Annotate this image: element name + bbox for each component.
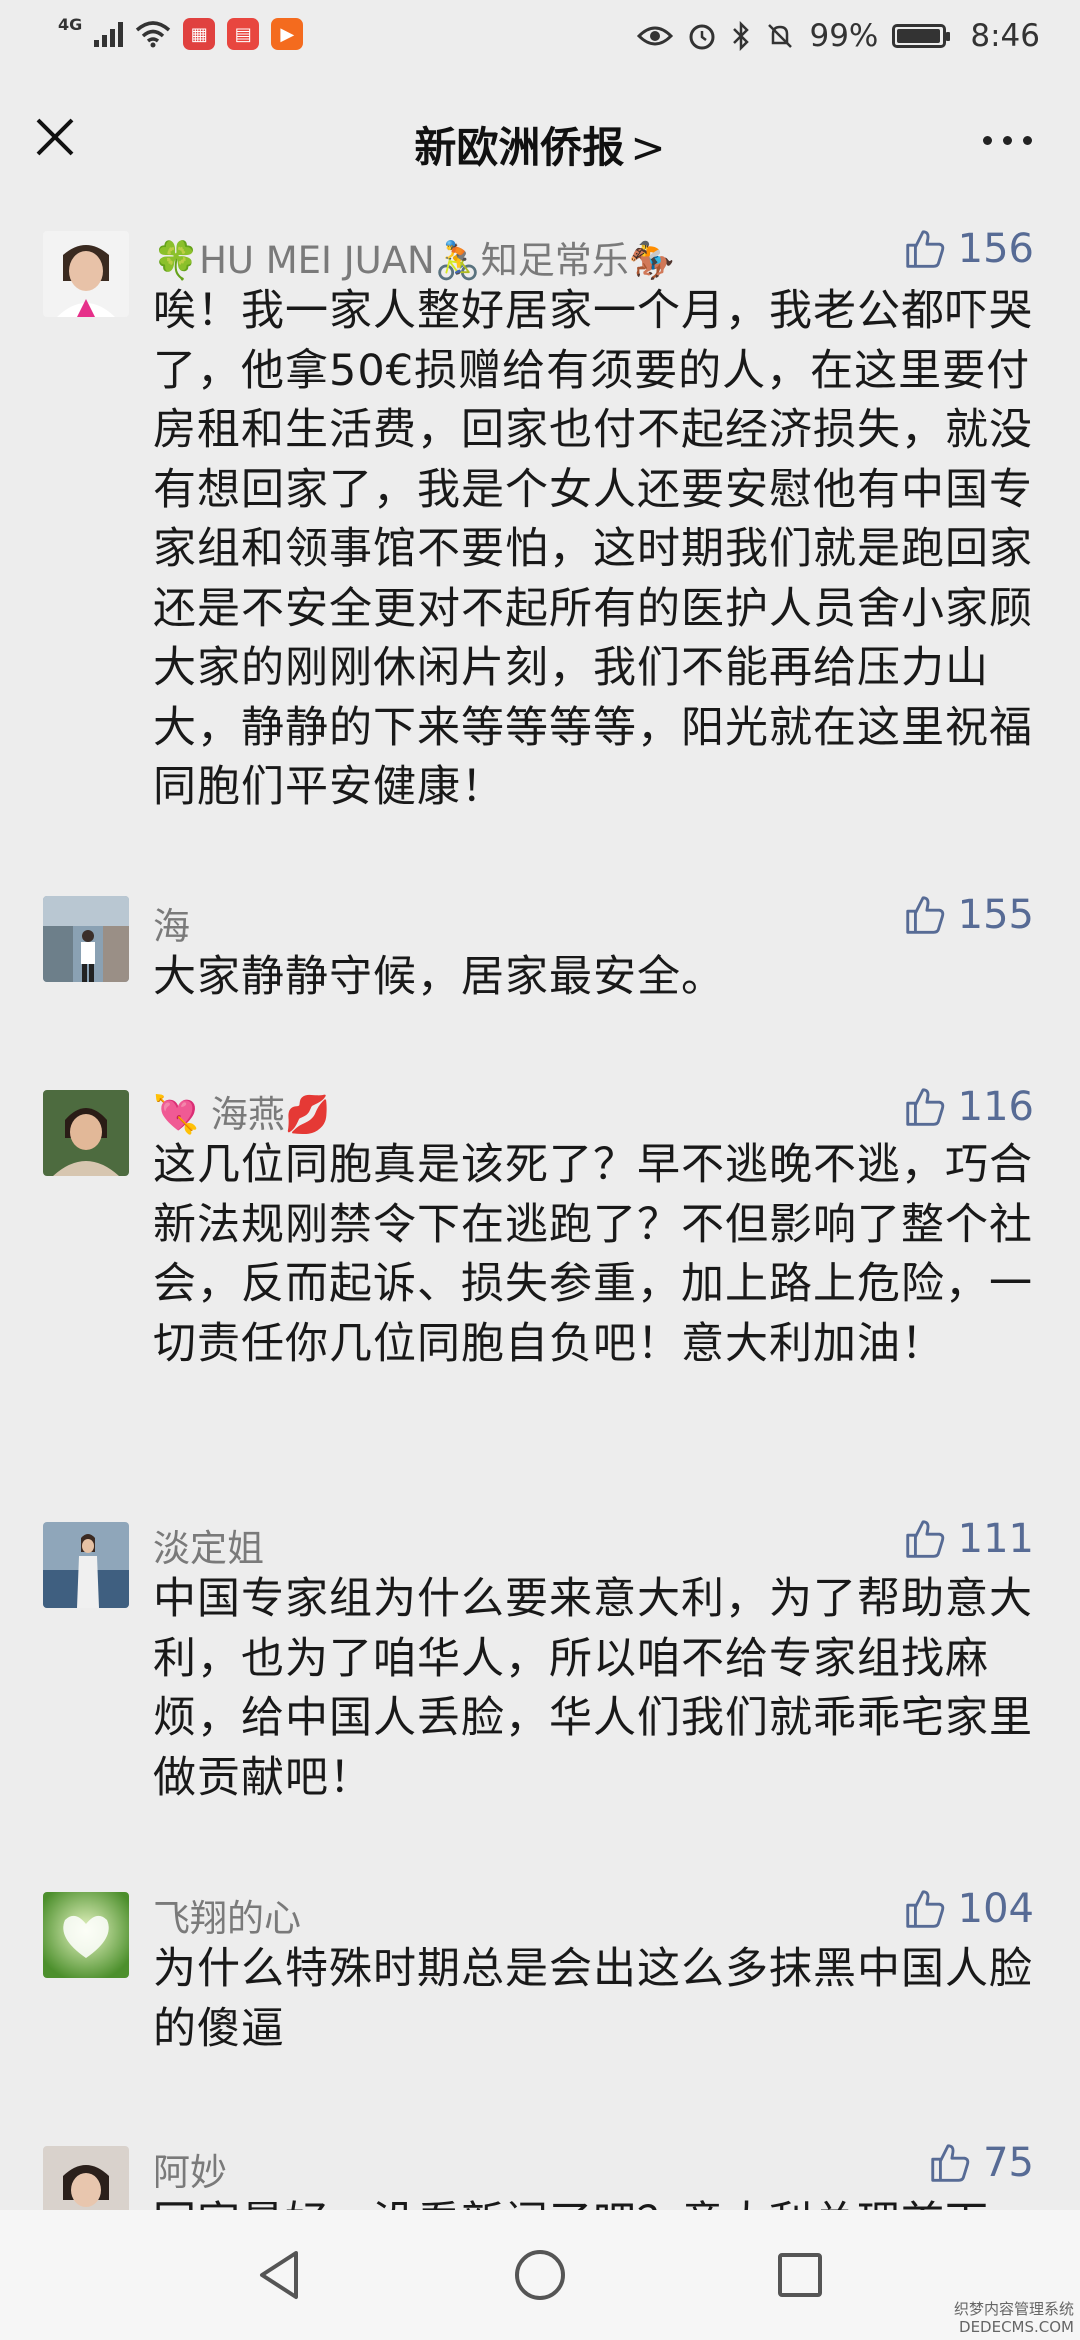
like-count: 155 [957,892,1034,938]
comment-text: 这几位同胞真是该死了？早不逃晚不逃，巧合新法规刚禁令下在逃跑了？不但影响了整个社… [153,1140,1033,1369]
comment-text: 大家静静守候，居家最安全。 [153,952,725,1002]
more-button[interactable] [983,136,1032,145]
nav-bar: 新欧洲侨报 > [0,74,1080,206]
comment-nickname: 阿妙 [153,2151,227,2194]
thumbs-up-icon [931,2144,970,2182]
avatar[interactable] [43,231,129,317]
recents-button[interactable] [770,2245,830,2305]
mute-icon [768,24,793,48]
page-title-text: 新欧洲侨报 [414,123,625,172]
watermark-line2: DEDECMS.COM [959,2318,1074,2336]
book-app-icon: ▤ [227,18,260,50]
status-right: 99% 8:46 [637,18,1040,54]
comment-nickname: 淡定姐 [153,1527,264,1570]
thumbs-up-icon [905,1890,944,1928]
comment-text: 唉！我一家人整好居家一个月，我老公都吓哭了，他拿50€损赠给有须要的人，在这里要… [153,286,1033,812]
like-button[interactable]: 104 [902,1886,1034,1932]
avatar[interactable] [43,1892,129,1978]
page-title[interactable]: 新欧洲侨报 > [0,114,1080,175]
chevron-right-icon: > [630,123,666,172]
avatar[interactable] [43,896,129,982]
more-dot [1003,136,1012,145]
thumbs-up-icon [905,1088,944,1126]
calendar-app-icon: ▦ [183,18,216,50]
like-button[interactable]: 155 [902,892,1034,938]
home-circle-icon [515,2250,565,2300]
clock: 8:46 [970,18,1040,54]
comment-nickname: 💘 海燕💋 [153,1093,331,1136]
back-button[interactable] [250,2245,310,2305]
thumbs-up-icon [905,1520,944,1558]
watermark-line1: 织梦内容管理系统 [953,2300,1074,2318]
bluetooth-icon [733,21,750,51]
thumbs-up-icon [905,896,944,934]
like-count: 156 [957,226,1034,272]
like-button[interactable]: 111 [902,1516,1034,1562]
avatar[interactable] [43,1522,129,1608]
alarm-icon [689,24,715,50]
more-dot [1023,136,1032,145]
like-button[interactable]: 75 [927,2140,1034,2186]
comment-text: 中国专家组为什么要来意大利，为了帮助意大利，也为了咱华人，所以咱不给专家组找麻烦… [153,1574,1033,1803]
comment-text: 为什么特殊时期总是会出这么多抹黑中国人脸的傻逼 [153,1944,1033,2054]
like-button[interactable]: 156 [902,226,1034,272]
battery-icon [892,24,951,48]
system-nav-bar: 织梦内容管理系统 DEDECMS.COM [0,2210,1080,2340]
recents-square-icon [778,2253,822,2297]
status-bar: 4G ▦ ▤ ▶ 99% 8:46 [0,0,1080,74]
like-button[interactable]: 116 [902,1084,1034,1130]
home-button[interactable] [510,2245,570,2305]
watermark: 织梦内容管理系统 DEDECMS.COM [954,2300,1074,2336]
comment-nickname: 飞翔的心 [153,1897,301,1940]
like-count: 104 [957,1886,1034,1932]
status-left: 4G ▦ ▤ ▶ [58,14,304,50]
battery-percent: 99% [809,18,879,54]
wifi-icon [136,21,171,48]
like-count: 116 [957,1084,1034,1130]
comment-nickname: 🍀HU MEI JUAN🚴知足常乐🏇 [153,239,675,282]
avatar[interactable] [43,1090,129,1176]
like-count: 111 [957,1516,1034,1562]
eye-icon [637,26,674,46]
video-app-icon: ▶ [271,18,304,50]
more-dot [983,136,992,145]
like-count: 75 [983,2140,1034,2186]
thumbs-up-icon [905,230,944,268]
back-triangle-icon [260,2251,298,2299]
signal-icon [94,21,124,47]
network-type: 4G [58,14,83,34]
comment-nickname: 海 [153,905,190,948]
